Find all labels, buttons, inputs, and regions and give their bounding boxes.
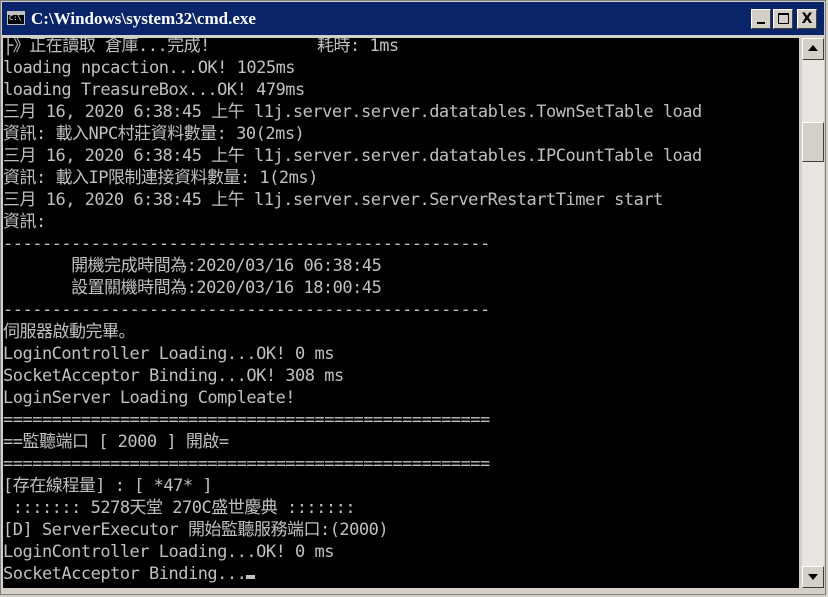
- console-line: 設置關機時間為:2020/03/16 18:00:45: [3, 278, 382, 298]
- console-line: ├》正在讀取 倉庫...完成! 耗時: 1ms: [3, 38, 399, 56]
- console-line: 三月 16, 2020 6:38:45 上午 l1j.server.server…: [3, 102, 702, 122]
- scroll-up-arrow-icon: [808, 45, 818, 51]
- console-line: [D] ServerExecutor 開始監聽服務端口:(2000): [3, 520, 389, 540]
- console-line: LoginController Loading...OK! 0 ms: [3, 542, 335, 562]
- console-output[interactable]: ├》正在讀取 倉庫...完成! 耗時: 1ms loading npcaction…: [3, 38, 799, 588]
- console-line: ========================================…: [3, 410, 490, 430]
- console-line: 資訊: 載入IP限制連接資料數量: 1(2ms): [3, 168, 318, 188]
- console-line: 伺服器啟動完畢。: [3, 322, 136, 342]
- close-icon: X: [801, 11, 813, 27]
- scroll-up-button[interactable]: [802, 38, 824, 60]
- console-line: ----------------------------------------…: [3, 234, 490, 254]
- cmd-app-icon[interactable]: [7, 11, 25, 25]
- title-bar[interactable]: C:\Windows\system32\cmd.exe X: [2, 2, 824, 35]
- text-cursor: [246, 575, 256, 579]
- console-line: ----------------------------------------…: [3, 300, 490, 320]
- console-line: ::::::: 5278天堂 270C盛世慶典 :::::::: [3, 498, 356, 518]
- console-line: SocketAcceptor Binding...: [3, 563, 799, 585]
- console-line: loading npcaction...OK! 1025ms: [3, 58, 296, 78]
- close-button[interactable]: X: [797, 9, 817, 29]
- console-line: 開機完成時間為:2020/03/16 06:38:45: [3, 256, 382, 276]
- console-line: LoginServer Loading Compleate!: [3, 388, 296, 408]
- console-line: loading TreasureBox...OK! 479ms: [3, 80, 305, 100]
- minimize-button[interactable]: [751, 9, 771, 29]
- console-line: 資訊: 載入NPC村莊資料數量: 30(2ms): [3, 124, 305, 144]
- window-title: C:\Windows\system32\cmd.exe: [31, 9, 256, 28]
- scroll-down-button[interactable]: [802, 566, 824, 588]
- console-line: SocketAcceptor Binding...OK! 308 ms: [3, 366, 344, 386]
- console-line: 資訊:: [3, 212, 46, 232]
- console-line: [存在線程量] : [ *47* ]: [3, 476, 213, 496]
- console-line: 三月 16, 2020 6:38:45 上午 l1j.server.server…: [3, 190, 663, 210]
- console-line: ==監聽端口 [ 2000 ] 開啟=: [3, 432, 229, 452]
- vertical-scrollbar[interactable]: [802, 38, 824, 588]
- cmd-window: C:\Windows\system32\cmd.exe X ├》正在讀取 倉庫.…: [0, 0, 826, 595]
- minimize-icon: [757, 22, 765, 24]
- console-line: ========================================…: [3, 454, 490, 474]
- console-line: LoginController Loading...OK! 0 ms: [3, 344, 335, 364]
- maximize-button[interactable]: [773, 9, 793, 29]
- scroll-thumb[interactable]: [802, 122, 824, 162]
- scroll-down-arrow-icon: [808, 574, 818, 580]
- maximize-icon: [778, 13, 789, 24]
- console-line: 三月 16, 2020 6:38:45 上午 l1j.server.server…: [3, 146, 702, 166]
